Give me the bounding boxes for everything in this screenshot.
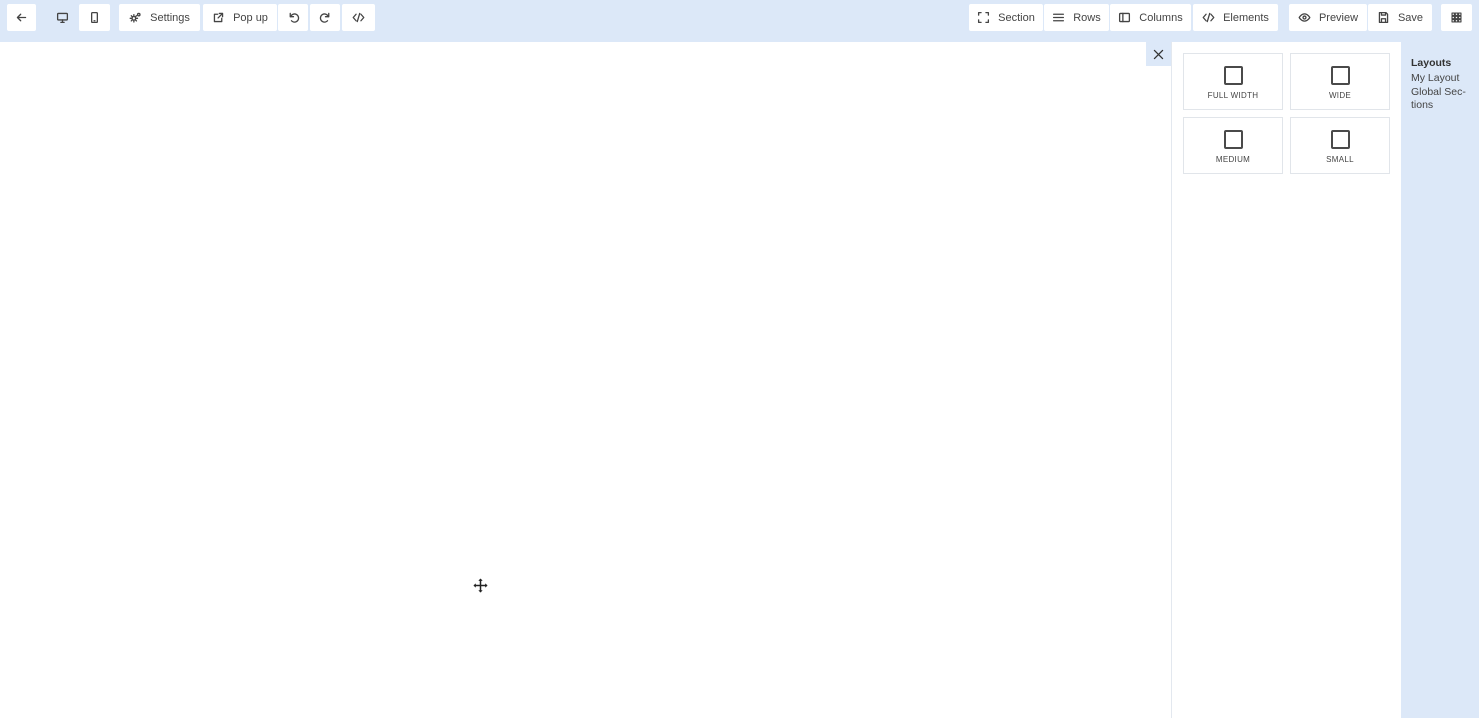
- layout-card-label: Wide: [1328, 91, 1352, 100]
- save-button[interactable]: Save: [1368, 4, 1432, 31]
- section-label: Section: [998, 11, 1035, 24]
- eye-icon: [1298, 13, 1311, 22]
- elements-button[interactable]: Elements: [1193, 4, 1278, 31]
- columns-button[interactable]: Columns: [1110, 4, 1191, 31]
- elements-label: Elements: [1223, 11, 1269, 24]
- mobile-icon: [91, 11, 98, 24]
- expand-icon: [978, 11, 990, 24]
- layout-card-medium[interactable]: Medium: [1183, 117, 1283, 174]
- sidebar-item-my-layout[interactable]: My Layout: [1411, 71, 1469, 85]
- apps-grid-button[interactable]: [1441, 4, 1472, 31]
- layout-square-icon: [1223, 66, 1243, 85]
- close-panel-button[interactable]: [1146, 42, 1171, 66]
- layout-card-full-width[interactable]: Full Width: [1183, 53, 1283, 110]
- sidebar-item-global-sections[interactable]: Global Sec- tions: [1411, 86, 1469, 112]
- preview-button[interactable]: Preview: [1289, 4, 1367, 31]
- layout-card-small[interactable]: Small: [1290, 117, 1390, 174]
- layout-card-label: Small: [1326, 155, 1354, 164]
- section-button[interactable]: Section: [969, 4, 1043, 31]
- save-icon: [1378, 11, 1389, 24]
- popup-label: Pop up: [233, 11, 268, 24]
- layout-card-label: Full Width: [1207, 91, 1259, 100]
- gears-icon: [129, 12, 141, 23]
- mobile-view-button[interactable]: [79, 4, 110, 31]
- code-icon: [1202, 12, 1215, 23]
- layout-square-icon: [1223, 130, 1243, 149]
- layout-options-panel: Full Width Wide Medium Small: [1171, 42, 1401, 718]
- undo-button[interactable]: [278, 4, 308, 31]
- redo-icon: [319, 12, 329, 23]
- editor-canvas[interactable]: [0, 42, 1170, 720]
- desktop-icon: [56, 12, 68, 24]
- arrow-left-icon: [16, 13, 27, 22]
- layout-square-icon: [1330, 130, 1350, 149]
- desktop-view-button[interactable]: [46, 4, 78, 31]
- preview-label: Preview: [1318, 11, 1359, 24]
- code-button[interactable]: [342, 4, 375, 31]
- columns-icon: [1119, 12, 1131, 23]
- settings-label: Settings: [150, 11, 190, 24]
- sidebar-heading-layouts[interactable]: Layouts: [1411, 56, 1469, 70]
- rows-button[interactable]: Rows: [1044, 4, 1109, 31]
- move-cursor-icon: [473, 578, 488, 593]
- top-toolbar: Settings Pop up Section Rows Columns Ele…: [0, 0, 1479, 42]
- layouts-sidebar: Layouts My Layout Global Sec- tions: [1401, 42, 1479, 718]
- popup-button[interactable]: Pop up: [203, 4, 277, 31]
- undo-icon: [289, 12, 299, 23]
- layout-card-label: Medium: [1215, 155, 1251, 164]
- back-button[interactable]: [7, 4, 36, 31]
- rows-icon: [1053, 13, 1065, 22]
- layout-card-wide[interactable]: Wide: [1290, 53, 1390, 110]
- external-edit-icon: [213, 12, 224, 23]
- columns-label: Columns: [1139, 11, 1183, 24]
- settings-button[interactable]: Settings: [119, 4, 200, 31]
- layout-square-icon: [1330, 66, 1350, 85]
- redo-button[interactable]: [310, 4, 340, 31]
- code-icon: [352, 12, 365, 23]
- rows-label: Rows: [1073, 11, 1101, 24]
- close-icon: [1153, 49, 1164, 59]
- grid-icon: [1451, 12, 1462, 23]
- save-label: Save: [1397, 11, 1424, 24]
